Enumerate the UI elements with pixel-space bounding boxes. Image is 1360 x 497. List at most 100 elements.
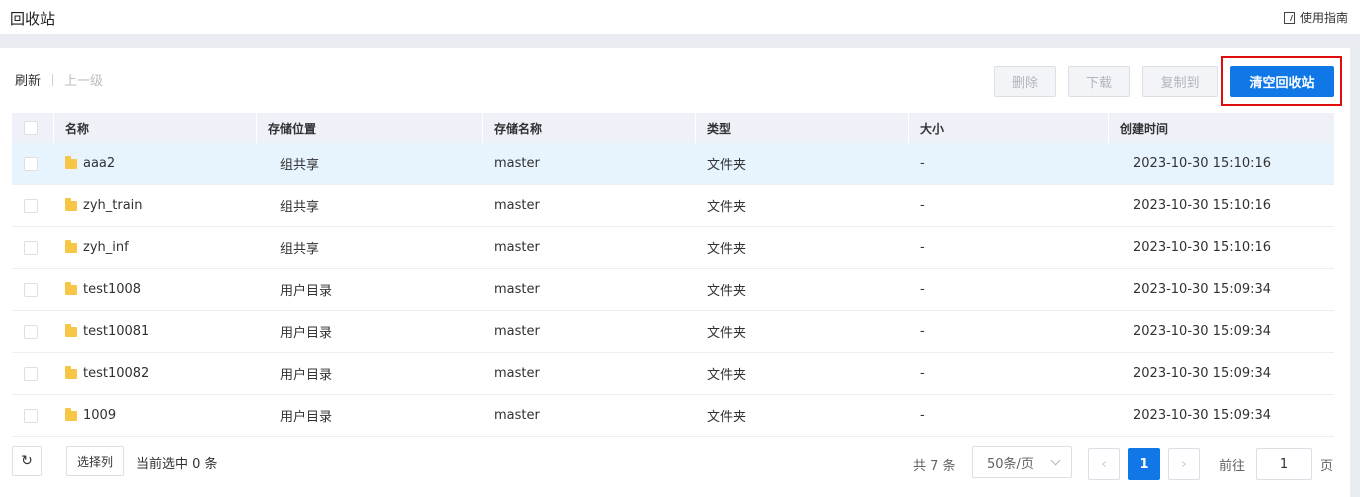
file-name: zyh_inf (83, 240, 129, 255)
file-name: test10081 (83, 324, 150, 339)
column-header-name[interactable]: 名称 (65, 120, 89, 137)
size-cell: - (920, 198, 925, 213)
header-separator (256, 113, 257, 143)
goto-page-input[interactable]: 1 (1256, 448, 1312, 480)
created-cell: 2023-10-30 15:10:16 (1133, 240, 1272, 255)
file-name: test10082 (83, 366, 150, 381)
page-unit-label: 页 (1320, 459, 1334, 474)
right-gutter (1350, 48, 1360, 497)
refresh-link[interactable]: 刷新 (15, 70, 41, 89)
delete-button[interactable]: 删除 (994, 66, 1056, 97)
size-cell: - (920, 156, 925, 171)
name-cell[interactable]: zyh_train (65, 197, 143, 213)
storage-cell: master (494, 366, 540, 381)
size-cell: - (920, 240, 925, 255)
name-cell[interactable]: test10081 (65, 323, 150, 339)
row-checkbox[interactable] (24, 198, 38, 213)
size-cell: - (920, 408, 925, 423)
page-number-current[interactable]: 1 (1128, 448, 1160, 480)
total-count: 共 7 条 (913, 459, 956, 474)
refresh-icon: ↻ (21, 453, 33, 469)
location-cell: 组共享 (280, 158, 320, 173)
table-row[interactable]: aaa2 组共享 master 文件夹 - 2023-10-30 15:10:1… (12, 143, 1334, 185)
created-cell: 2023-10-30 15:09:34 (1133, 408, 1272, 423)
header-separator (53, 113, 54, 143)
name-cell[interactable]: 1009 (65, 407, 117, 423)
type-cell: 文件夹 (707, 200, 747, 215)
parent-dir-link[interactable]: 上一级 (64, 70, 103, 89)
row-checkbox[interactable] (24, 324, 38, 339)
header-separator (695, 113, 696, 143)
refresh-table-button[interactable]: ↻ (12, 446, 42, 476)
folder-icon (65, 365, 77, 379)
copy-to-button[interactable]: 复制到 (1142, 66, 1218, 97)
created-cell: 2023-10-30 15:10:16 (1133, 156, 1272, 171)
column-header-size[interactable]: 大小 (920, 120, 944, 137)
location-cell: 用户目录 (280, 284, 333, 299)
recycle-table: 名称 存储位置 存储名称 类型 大小 创建时间 aaa2 组共享 master … (12, 113, 1334, 437)
created-cell: 2023-10-30 15:10:16 (1133, 198, 1272, 213)
type-cell: 文件夹 (707, 368, 747, 383)
column-header-created[interactable]: 创建时间 (1120, 120, 1168, 137)
select-all-checkbox[interactable] (24, 121, 38, 135)
type-cell: 文件夹 (707, 284, 747, 299)
table-row[interactable]: zyh_inf 组共享 master 文件夹 - 2023-10-30 15:1… (12, 227, 1334, 269)
folder-icon (65, 323, 77, 337)
folder-icon (65, 239, 77, 253)
prev-page-button[interactable]: ‹ (1088, 448, 1120, 480)
select-columns-button[interactable]: 选择列 (66, 446, 124, 476)
storage-cell: master (494, 156, 540, 171)
storage-cell: master (494, 198, 540, 213)
table-row[interactable]: test1008 用户目录 master 文件夹 - 2023-10-30 15… (12, 269, 1334, 311)
row-checkbox[interactable] (24, 156, 38, 171)
divider (52, 73, 54, 86)
page-size-value: 50条/页 (987, 456, 1034, 472)
page-size-select[interactable]: 50条/页 (972, 446, 1072, 478)
table-row[interactable]: 1009 用户目录 master 文件夹 - 2023-10-30 15:09:… (12, 395, 1334, 437)
download-button[interactable]: 下载 (1068, 66, 1130, 97)
type-cell: 文件夹 (707, 326, 747, 341)
header-separator (1108, 113, 1109, 143)
column-header-storage[interactable]: 存储名称 (494, 120, 542, 137)
column-header-location[interactable]: 存储位置 (268, 120, 316, 137)
name-cell[interactable]: test10082 (65, 365, 150, 381)
chevron-right-icon: › (1181, 456, 1187, 472)
created-cell: 2023-10-30 15:09:34 (1133, 366, 1272, 381)
location-cell: 用户目录 (280, 410, 333, 425)
chevron-down-icon (1050, 455, 1061, 465)
type-cell: 文件夹 (707, 242, 747, 257)
file-name: zyh_train (83, 198, 143, 213)
created-cell: 2023-10-30 15:09:34 (1133, 282, 1272, 297)
row-checkbox[interactable] (24, 240, 38, 255)
folder-icon (65, 281, 77, 295)
usage-guide-link[interactable]: 使用指南 (1283, 9, 1348, 26)
name-cell[interactable]: aaa2 (65, 155, 116, 171)
next-page-button[interactable]: › (1168, 448, 1200, 480)
name-cell[interactable]: zyh_inf (65, 239, 129, 255)
file-name: 1009 (83, 408, 117, 423)
created-cell: 2023-10-30 15:09:34 (1133, 324, 1272, 339)
table-header: 名称 存储位置 存储名称 类型 大小 创建时间 (12, 113, 1334, 143)
file-name: test1008 (83, 282, 142, 297)
size-cell: - (920, 324, 925, 339)
storage-cell: master (494, 408, 540, 423)
folder-icon (65, 407, 77, 421)
table-row[interactable]: test10081 用户目录 master 文件夹 - 2023-10-30 1… (12, 311, 1334, 353)
storage-cell: master (494, 282, 540, 297)
highlight-box (1221, 56, 1342, 106)
location-cell: 组共享 (280, 242, 320, 257)
table-row[interactable]: zyh_train 组共享 master 文件夹 - 2023-10-30 15… (12, 185, 1334, 227)
name-cell[interactable]: test1008 (65, 281, 142, 297)
folder-icon (65, 155, 77, 169)
location-cell: 用户目录 (280, 368, 333, 383)
table-footer: ↻ 选择列 当前选中 0 条 共 7 条 50条/页 ‹ 1 › 前往 1 页 (0, 446, 1350, 480)
chevron-left-icon: ‹ (1101, 456, 1107, 472)
file-name: aaa2 (83, 156, 116, 171)
column-header-type[interactable]: 类型 (707, 120, 731, 137)
type-cell: 文件夹 (707, 410, 747, 425)
row-checkbox[interactable] (24, 282, 38, 297)
row-checkbox[interactable] (24, 408, 38, 423)
size-cell: - (920, 366, 925, 381)
row-checkbox[interactable] (24, 366, 38, 381)
table-row[interactable]: test10082 用户目录 master 文件夹 - 2023-10-30 1… (12, 353, 1334, 395)
